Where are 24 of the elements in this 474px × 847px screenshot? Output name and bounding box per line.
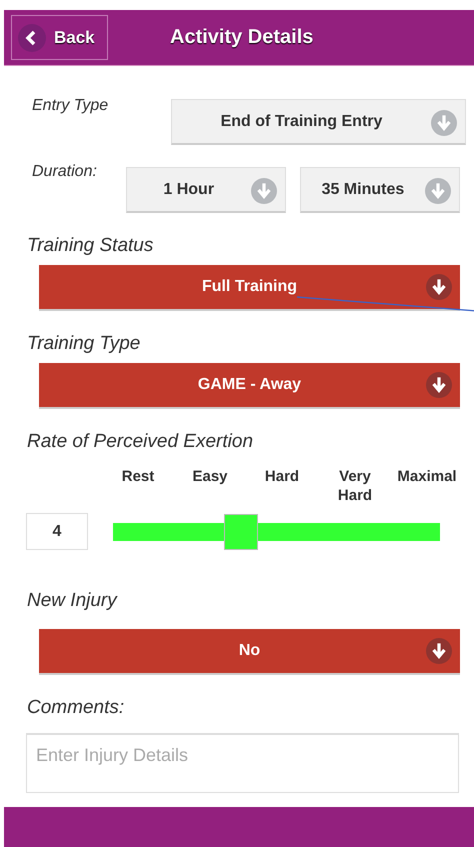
section-label: Rate of Perceived Exertion xyxy=(27,431,254,453)
slider-thumb[interactable] xyxy=(224,514,258,550)
chevron-left-icon xyxy=(18,24,46,52)
scale-label: Maximal xyxy=(396,467,458,487)
screen-title: Activity Details xyxy=(170,26,314,49)
section-label: Training Type xyxy=(27,333,142,355)
dropdown-select[interactable]: GAME - Away xyxy=(39,363,460,409)
entry-type-select[interactable]: End of Training Entry xyxy=(171,99,466,145)
field-label: Duration: xyxy=(32,163,98,181)
rating-value-field[interactable]: 4 xyxy=(26,513,88,550)
dropdown-select[interactable]: Full Training xyxy=(39,265,460,311)
minutes-select[interactable]: 35 Minutes xyxy=(300,167,460,213)
scale-label: Easy xyxy=(191,467,229,487)
section-label: Comments: xyxy=(27,697,126,719)
section-label: Training Status xyxy=(27,235,154,257)
hours-select[interactable]: 1 Hour xyxy=(126,167,286,213)
scale-label: Very Hard xyxy=(336,467,374,505)
field-label: Entry Type xyxy=(32,97,110,115)
scale-label: Hard xyxy=(264,467,300,487)
comments-field[interactable]: Enter Injury Details xyxy=(26,733,459,793)
section-label: New Injury xyxy=(27,590,118,612)
scale-label: Rest xyxy=(120,467,156,487)
back-button[interactable]: Back xyxy=(11,15,108,60)
injury-select[interactable]: No xyxy=(39,629,460,675)
